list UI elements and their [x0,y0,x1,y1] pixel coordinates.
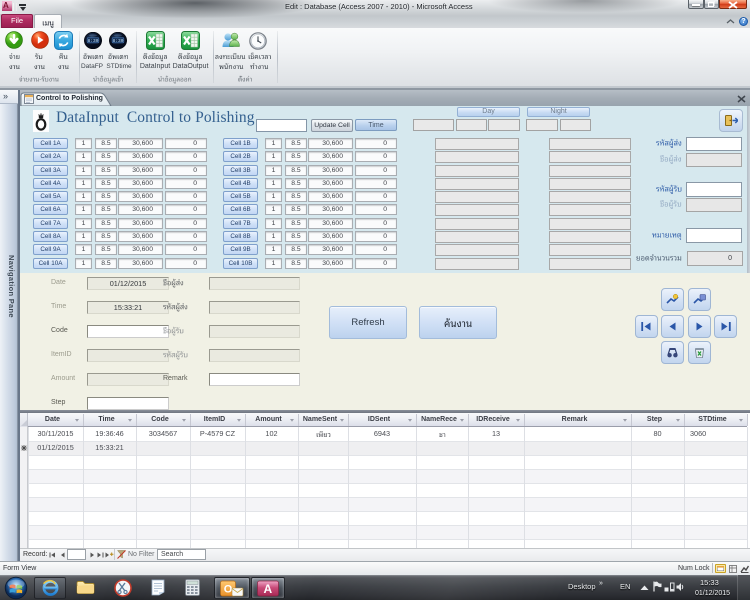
svg-text:A: A [263,582,272,596]
svg-text:8:30: 8:30 [88,38,99,44]
svg-text:8:30: 8:30 [113,38,124,44]
svg-text:O: O [224,584,233,596]
